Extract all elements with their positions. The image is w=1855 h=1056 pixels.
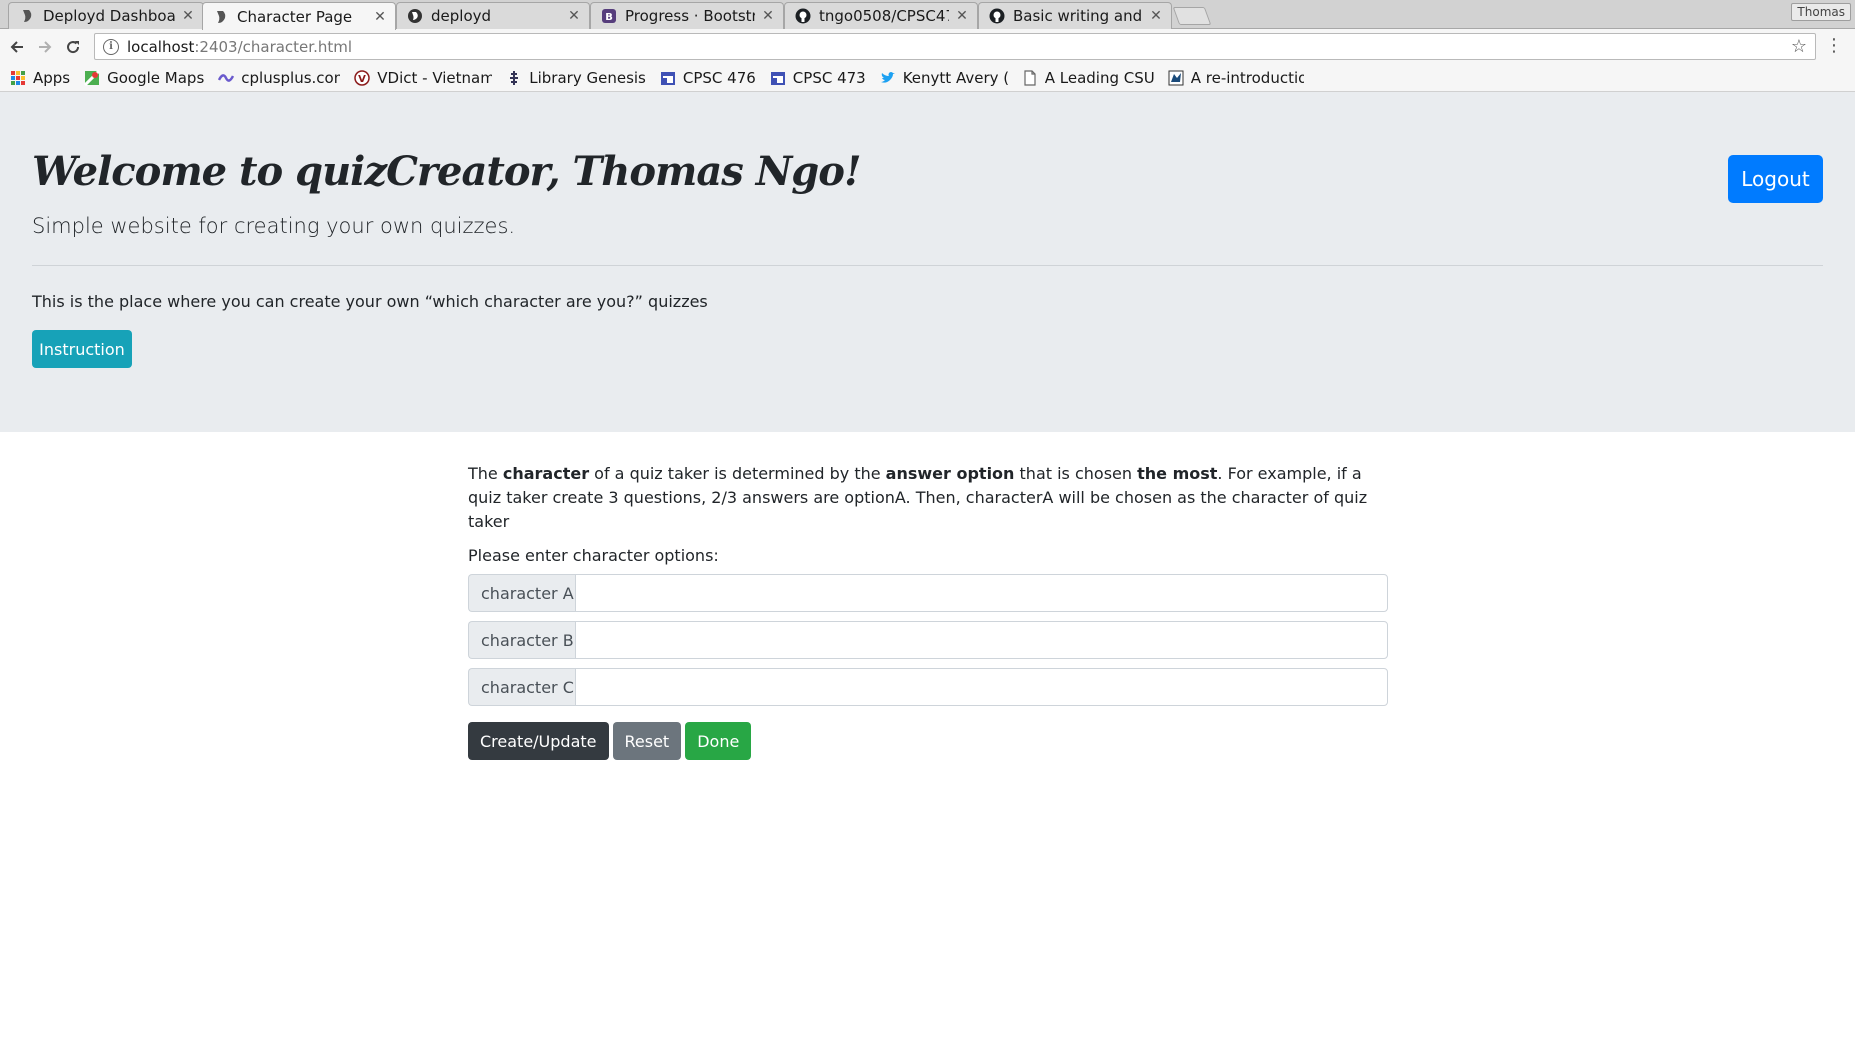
browser-toolbar: i localhost:2403/character.html ☆ ⋮	[0, 29, 1855, 64]
bookmarks-bar: Apps Google Maps cplusplus.com - T V VDi…	[0, 64, 1855, 92]
close-icon[interactable]: ✕	[373, 9, 387, 25]
svg-text:B: B	[605, 12, 613, 23]
tab-title: Character Page	[237, 7, 353, 26]
deployd-icon	[407, 8, 423, 24]
character-b-group: character B	[468, 621, 1388, 659]
description-text: This is the place where you can create y…	[32, 292, 708, 311]
bookmark-cpsc-476[interactable]: CPSC 476	[660, 69, 756, 87]
info-icon[interactable]: i	[103, 38, 119, 55]
address-bar[interactable]: i localhost:2403/character.html ☆	[94, 33, 1816, 60]
prompt-text: Please enter character options:	[468, 546, 719, 565]
cplusplus-icon	[218, 70, 235, 86]
bookmark-cplusplus[interactable]: cplusplus.com - T	[218, 69, 340, 87]
document-icon	[1022, 69, 1038, 86]
calendar-icon	[660, 70, 676, 86]
tab-title: tngo0508/CPSC473	[819, 7, 949, 25]
character-a-input[interactable]	[575, 574, 1388, 612]
tab-deployd-dashboard[interactable]: Deployd Dashboard ✕	[8, 2, 204, 29]
logout-button[interactable]: Logout	[1728, 155, 1823, 203]
close-icon[interactable]: ✕	[1149, 8, 1163, 24]
browser-menu-icon[interactable]: ⋮	[1825, 37, 1843, 55]
google-maps-icon	[84, 69, 101, 86]
tab-strip: Deployd Dashboard ✕ Character Page ✕ dep…	[0, 0, 1855, 30]
bookmark-star-icon[interactable]: ☆	[1791, 36, 1807, 57]
tab-character-page[interactable]: Character Page ✕	[202, 2, 396, 30]
bookmark-label: Kenytt Avery (@	[902, 68, 1008, 87]
svg-text:V: V	[358, 74, 366, 85]
tab-basic-writing[interactable]: Basic writing and fo ✕	[978, 2, 1172, 29]
bookmark-library-genesis[interactable]: Library Genesis	[506, 69, 646, 87]
reload-icon[interactable]	[62, 36, 84, 58]
bookmark-apps[interactable]: Apps	[10, 69, 70, 87]
back-arrow-icon[interactable]	[6, 36, 28, 58]
bookmark-vdict[interactable]: V VDict - Vietname	[354, 69, 492, 87]
character-c-label: character C	[468, 668, 575, 706]
github-icon	[989, 8, 1005, 24]
close-icon[interactable]: ✕	[955, 8, 969, 24]
tab-github-cpsc473[interactable]: tngo0508/CPSC473 ✕	[784, 2, 978, 29]
page-content: Welcome to quizCreator, Thomas Ngo! Simp…	[0, 92, 1855, 1056]
bookmark-label: VDict - Vietname	[377, 68, 493, 87]
tab-deployd[interactable]: deployd ✕	[396, 2, 590, 29]
lead-text: Simple website for creating your own qui…	[32, 214, 516, 238]
url-path: :2403/character.html	[194, 37, 353, 56]
tab-title: deployd	[431, 7, 492, 25]
character-c-input[interactable]	[575, 668, 1388, 706]
bookmark-a-leading-csu[interactable]: A Leading CSU | C	[1022, 69, 1154, 87]
apps-grid-icon	[10, 70, 26, 86]
character-form: The character of a quiz taker is determi…	[468, 462, 1388, 760]
character-b-label: character B	[468, 621, 575, 659]
library-genesis-icon	[506, 70, 522, 86]
bookmark-label: CPSC 473	[792, 68, 866, 87]
bookmark-label: cplusplus.com - T	[241, 68, 341, 87]
bookmark-label: Library Genesis	[529, 68, 646, 87]
bookmark-kenytt-avery[interactable]: Kenytt Avery (@	[880, 69, 1008, 87]
divider	[32, 265, 1823, 266]
bookmark-label: A re-introductio	[1190, 68, 1304, 87]
jumbotron: Welcome to quizCreator, Thomas Ngo! Simp…	[0, 92, 1855, 432]
character-c-group: character C	[468, 668, 1388, 706]
tab-title: Basic writing and fo	[1013, 7, 1143, 25]
bookmark-a-re-introduction[interactable]: A re-introductio	[1168, 69, 1304, 87]
bookmark-label: Apps	[33, 68, 71, 87]
character-b-input[interactable]	[575, 621, 1388, 659]
bookmark-label: Google Maps	[107, 68, 205, 87]
twitter-icon	[880, 70, 896, 86]
character-a-label: character A	[468, 574, 575, 612]
done-button[interactable]: Done	[685, 722, 752, 760]
bookmark-label: A Leading CSU | C	[1044, 68, 1154, 87]
calendar-icon	[770, 70, 786, 86]
close-icon[interactable]: ✕	[567, 8, 581, 24]
new-tab-button[interactable]	[1172, 7, 1212, 25]
bootstrap-icon: B	[601, 8, 617, 24]
url-host: localhost	[127, 37, 195, 56]
mdn-icon	[1168, 70, 1184, 86]
bookmark-cpsc-473[interactable]: CPSC 473	[770, 69, 866, 87]
tab-progress-bootstrap[interactable]: B Progress · Bootstrap ✕	[590, 2, 784, 29]
page-title: Welcome to quizCreator, Thomas Ngo!	[32, 148, 862, 195]
vdict-icon: V	[354, 69, 371, 86]
deployd-icon	[213, 9, 229, 25]
tab-title: Deployd Dashboard	[43, 7, 175, 25]
deployd-icon	[19, 8, 35, 24]
bookmark-label: CPSC 476	[682, 68, 756, 87]
character-a-group: character A	[468, 574, 1388, 612]
explanation-text: The character of a quiz taker is determi…	[468, 464, 1368, 531]
reset-button[interactable]: Reset	[612, 722, 682, 760]
bookmark-google-maps[interactable]: Google Maps	[84, 69, 204, 87]
create-update-button[interactable]: Create/Update	[468, 722, 609, 760]
close-icon[interactable]: ✕	[181, 8, 195, 24]
github-icon	[795, 8, 811, 24]
profile-button[interactable]: Thomas	[1791, 3, 1851, 21]
form-buttons: Create/Update Reset Done	[468, 722, 1388, 760]
forward-arrow-icon[interactable]	[34, 36, 56, 58]
close-icon[interactable]: ✕	[761, 8, 775, 24]
tab-title: Progress · Bootstrap	[625, 7, 755, 25]
instruction-button[interactable]: Instruction	[32, 330, 132, 368]
